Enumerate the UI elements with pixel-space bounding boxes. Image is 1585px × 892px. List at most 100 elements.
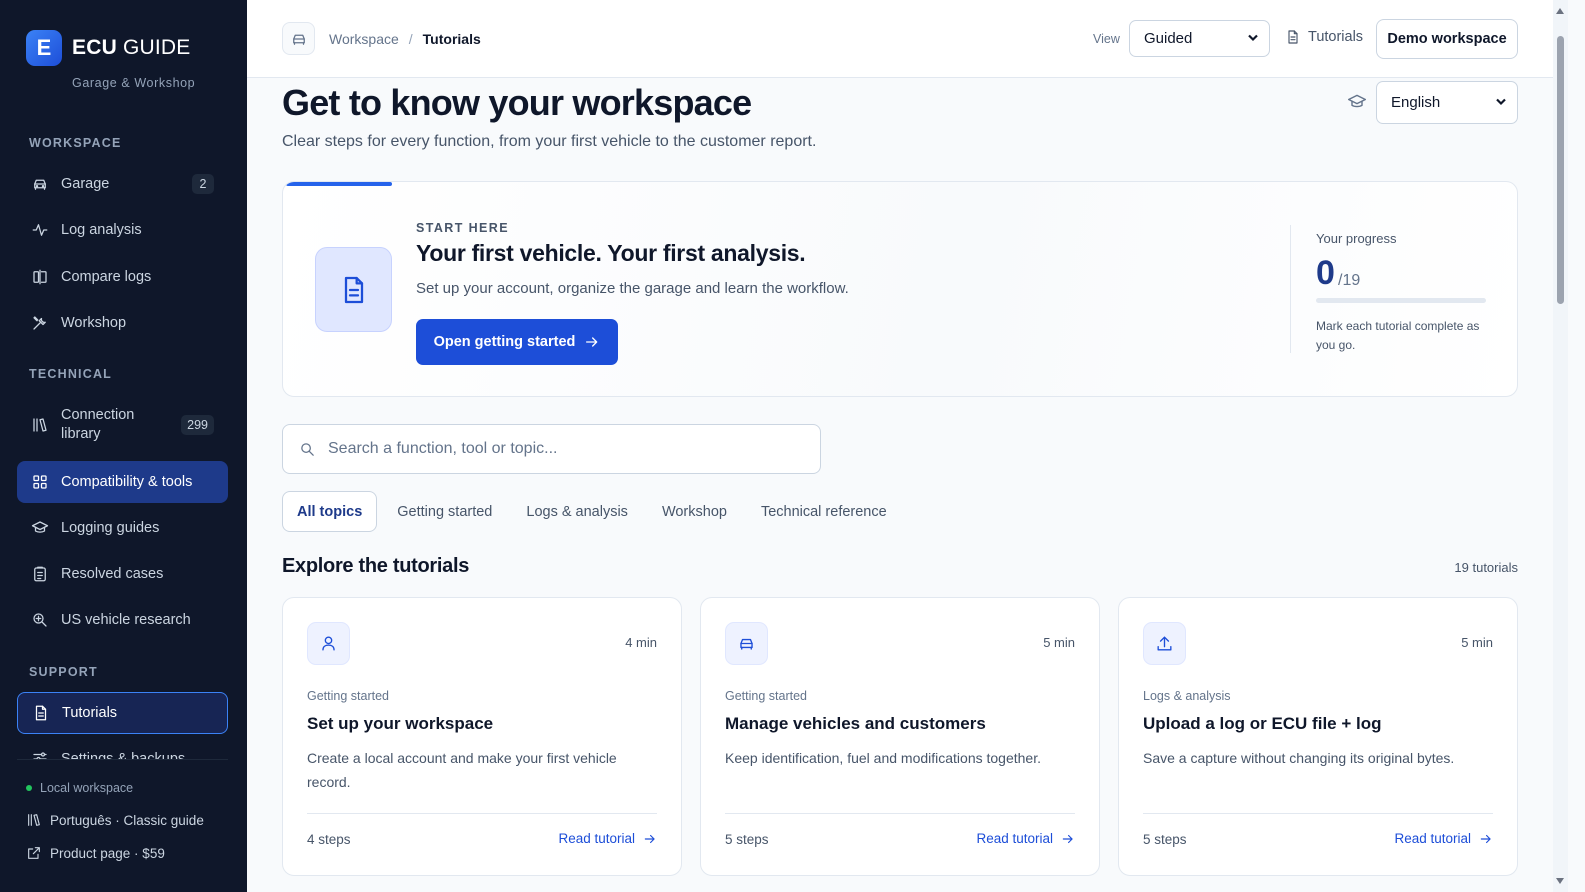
card-steps: 4 steps [307,832,351,847]
card-steps: 5 steps [1143,832,1187,847]
search-input[interactable] [328,440,798,458]
document-icon [32,704,50,722]
progress-label: Your progress [1316,231,1397,246]
upload-icon [1143,622,1186,665]
graduation-cap-icon [31,519,49,537]
card-description: Keep identification, fuel and modificati… [725,750,1041,766]
view-select[interactable]: Guided [1129,20,1270,57]
search-box [282,424,821,474]
scrollbar-thumb[interactable] [1557,36,1564,304]
card-divider [1143,813,1493,814]
tab-all-topics[interactable]: All topics [282,491,378,532]
sidebar-item-settings-backups[interactable]: Settings & backups [17,745,228,759]
arrow-right-icon [1480,834,1491,843]
tutorials-link[interactable]: Tutorials [1285,29,1363,45]
workspace-status: Local workspace [26,781,133,795]
sidebar-item-logging-guides[interactable]: Logging guides [17,507,228,549]
arrow-right-icon [586,337,598,347]
sidebar-item-label: Compare logs [61,269,152,285]
scroll-down-arrow[interactable] [1556,878,1564,884]
settings-icon [31,750,49,759]
sidebar-item-compatibility-tools[interactable]: Compatibility & tools [17,461,228,503]
sidebar-item-tutorials[interactable]: Tutorials [17,692,228,734]
arrow-right-icon [644,834,655,843]
count-badge: 299 [181,415,214,435]
start-here-card: START HERE Your first vehicle. Your firs… [282,181,1518,397]
count-badge: 2 [192,174,214,194]
document-icon [1288,30,1298,44]
brand-name: ECU GUIDE [72,36,191,59]
hero-kicker: START HERE [416,221,509,235]
car-icon[interactable] [282,22,315,55]
brand-subtitle: Garage & Workshop [72,76,196,90]
card-category: Getting started [307,689,389,703]
document-icon [315,247,392,332]
sidebar-item-label: US vehicle research [61,612,191,628]
sidebar-item-label: Workshop [61,315,127,331]
hero-accent-bar [286,182,392,186]
tab-logs-analysis[interactable]: Logs & analysis [512,491,642,532]
card-description: Save a capture without changing its orig… [1143,750,1455,766]
sidebar-item-compare-logs[interactable]: Compare logs [17,256,228,298]
sidebar-item-garage[interactable]: Garage 2 [17,163,228,205]
demo-workspace-button[interactable]: Demo workspace [1376,19,1518,59]
breadcrumb: Workspace / Tutorials [329,31,481,47]
read-tutorial-link[interactable]: Read tutorial [976,831,1075,846]
sidebar-item-log-analysis[interactable]: Log analysis [17,209,228,251]
progress-bar [1316,298,1486,303]
library-icon [31,416,49,434]
read-tutorial-link[interactable]: Read tutorial [1394,831,1493,846]
product-page-link[interactable]: Product page · $59 [26,845,165,861]
card-category: Logs & analysis [1143,689,1231,703]
brand[interactable]: E ECU GUIDE [26,30,191,66]
chevron-down-icon [1247,30,1259,47]
hero-subtitle: Set up your account, organize the garage… [416,280,849,297]
sidebar-scroll-clip: Settings & backups [0,745,247,759]
external-link-icon [28,847,40,859]
sidebar-item-us-vehicle-research[interactable]: US vehicle research [17,599,228,641]
card-duration: 5 min [1461,635,1493,650]
sidebar: E ECU GUIDE Garage & Workshop WORKSPACE … [0,0,247,892]
page-scrollbar[interactable] [1553,0,1568,892]
activity-icon [31,221,49,239]
search-zoom-icon [31,611,49,629]
tutorial-count: 19 tutorials [1454,560,1518,575]
topbar: Workspace / Tutorials View Guided Tutori… [247,0,1553,78]
page-subtitle: Clear steps for every function, from you… [282,133,817,150]
tab-workshop[interactable]: Workshop [648,491,741,532]
progress-note: Mark each tutorial complete as you go. [1316,319,1480,352]
card-category: Getting started [725,689,807,703]
tab-technical-reference[interactable]: Technical reference [747,491,901,532]
breadcrumb-workspace[interactable]: Workspace [329,31,399,47]
read-tutorial-link[interactable]: Read tutorial [558,831,657,846]
graduation-cap-icon [1347,92,1367,117]
hero-divider [1290,225,1291,353]
sidebar-item-connection-library[interactable]: Connection library 299 [17,400,228,450]
open-getting-started-button[interactable]: Open getting started [416,319,618,365]
tutorial-card[interactable]: 5 min Getting started Manage vehicles an… [700,597,1100,876]
sidebar-item-label: Resolved cases [61,566,164,582]
card-duration: 4 min [625,635,657,650]
language-link[interactable]: Português · Classic guide [26,812,204,828]
sidebar-item-workshop[interactable]: Workshop [17,302,228,344]
tutorial-card[interactable]: 4 min Getting started Set up your worksp… [282,597,682,876]
tutorial-card[interactable]: 5 min Logs & analysis Upload a log or EC… [1118,597,1518,876]
progress-value: 0 [1316,254,1335,292]
brand-logo: E [26,30,62,66]
sidebar-item-label: Garage [61,176,110,192]
progress-total: /19 [1338,272,1361,289]
chevron-down-icon [1495,94,1507,111]
sidebar-item-label: Tutorials [62,705,118,721]
clipboard-icon [31,565,49,583]
card-description: Create a local account and make your fir… [307,750,617,790]
scroll-up-arrow[interactable] [1556,8,1564,14]
card-title: Manage vehicles and customers [725,714,986,733]
arrow-right-icon [1062,834,1073,843]
language-select[interactable]: English [1376,81,1518,124]
tab-getting-started[interactable]: Getting started [383,491,506,532]
sidebar-item-resolved-cases[interactable]: Resolved cases [17,553,228,595]
nav-section-technical: TECHNICAL [29,367,113,381]
compare-icon [31,268,49,286]
sidebar-item-label: Log analysis [61,222,142,238]
breadcrumb-current: Tutorials [422,31,481,47]
